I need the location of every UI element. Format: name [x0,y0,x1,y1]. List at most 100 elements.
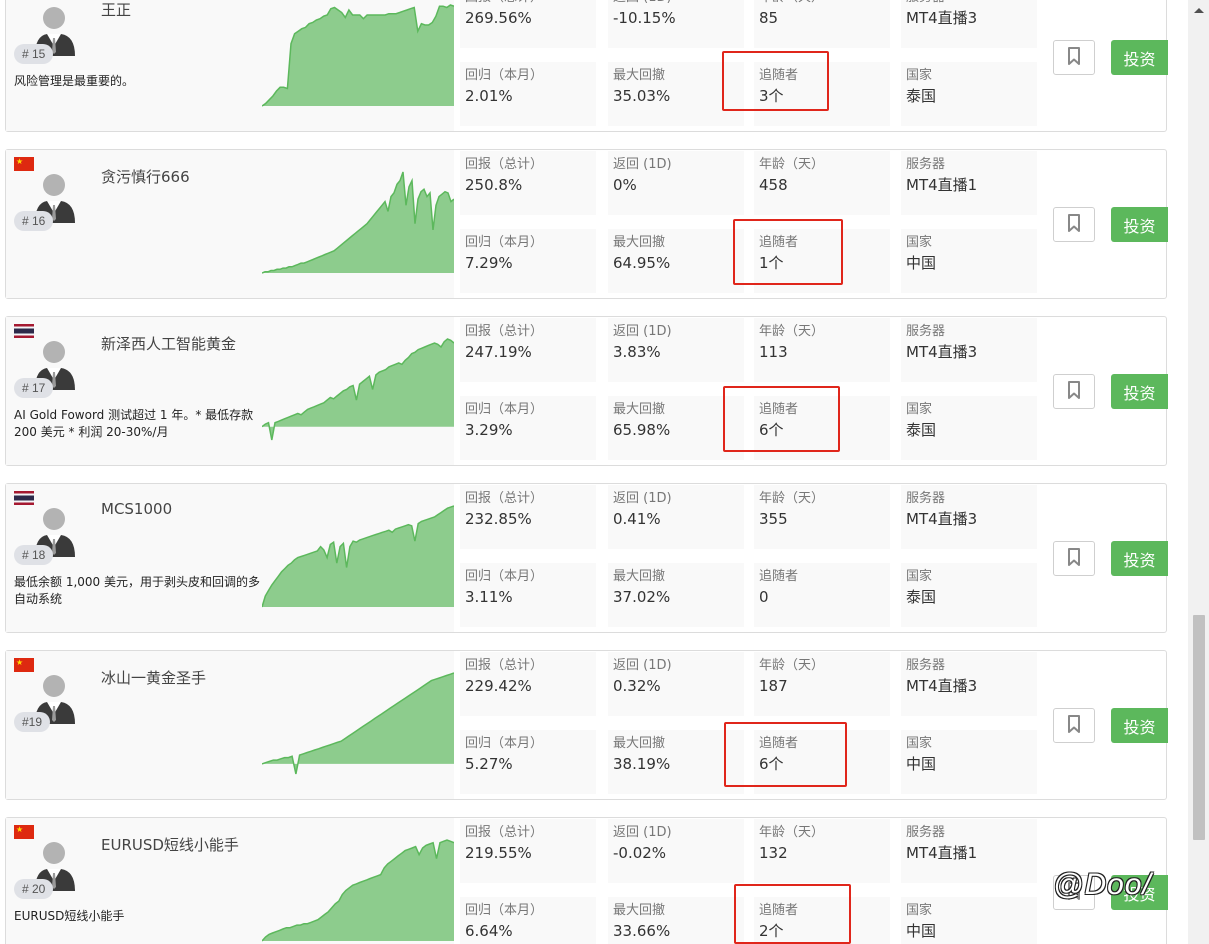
stat-label: 返回 (1D) [613,491,672,506]
stat-value: 3.83% [613,343,661,361]
equity-area [262,506,454,607]
stat-value: -0.02% [613,844,667,862]
stat-value: 33.66% [613,922,671,940]
stat-value: 中国 [906,922,937,940]
stat-server: 服务器 MT4直播1 [901,151,1037,215]
stat-return-1d: 返回 (1D) -0.02% [608,819,744,883]
stat-label: 国家 [906,68,933,83]
stat-label: 国家 [906,569,933,584]
stat-total-return: 回报（总计） 269.56% [460,0,596,48]
strategy-name[interactable]: MCS1000 [101,500,172,518]
scroll-up-arrow-icon[interactable] [1194,8,1204,13]
stat-age: 年龄（天） 355 [754,485,890,549]
stat-value: 7.29% [465,254,513,272]
stat-value: 37.02% [613,588,671,606]
watermark: @Doo/ [1053,868,1152,901]
stat-return-1d: 返回 (1D) 0% [608,151,744,215]
stat-server: 服务器 MT4直播3 [901,485,1037,549]
scrollbar-thumb[interactable] [1193,615,1205,840]
equity-chart[interactable] [262,651,454,799]
invest-button[interactable]: 投资 [1111,374,1168,409]
stat-value: MT4直播3 [906,510,978,528]
stat-label: 国家 [906,235,933,250]
invest-button[interactable]: 投资 [1111,207,1168,242]
stat-value: 3.29% [465,421,513,439]
stat-label: 年龄（天） [759,157,825,172]
strategy-description: 最低余额 1,000 美元，用于剥头皮和回调的多自动系统 [14,575,260,606]
rank-badge: #19 [14,712,51,732]
stat-label: 服务器 [906,324,946,339]
bookmark-button[interactable] [1053,708,1095,743]
bookmark-icon [1067,46,1081,69]
trader-profile: # 20 EURUSD短线小能手 EURUSD短线小能手 [6,818,262,944]
stat-country: 国家 中国 [901,730,1037,794]
invest-button[interactable]: 投资 [1111,708,1168,743]
stat-value: 247.19% [465,343,532,361]
trader-profile: # 17 新泽西人工智能黄金 AI Gold Foword 测试超过 1 年。* 最… [6,317,262,465]
stat-age: 年龄（天） 132 [754,819,890,883]
stat-server: 服务器 MT4直播3 [901,318,1037,382]
stat-label: 回报（总计） [465,825,544,840]
stat-label: 年龄（天） [759,491,825,506]
strategy-name[interactable]: 新泽西人工智能黄金 [101,333,236,354]
equity-area [262,840,454,941]
stat-value: MT4直播3 [906,343,978,361]
stat-label: 年龄（天） [759,658,825,673]
strategy-name[interactable]: 贪污慎行666 [101,166,190,187]
strategy-name[interactable]: EURUSD短线小能手 [101,834,239,855]
stat-return-1d: 返回 (1D) -10.15% [608,0,744,48]
stat-label: 国家 [906,402,933,417]
invest-button[interactable]: 投资 [1111,40,1168,75]
stat-monthly-return: 回归（本月） 3.29% [460,396,596,460]
strategy-card: # 16 贪污慎行666 回报（总计） 250.8% 返回 (1D) 0% 年龄（天） 458… [5,149,1168,299]
stat-label: 服务器 [906,0,1032,7]
strategy-name[interactable]: 冰山一黄金圣手 [101,667,206,688]
thailand-flag-icon [14,324,34,338]
equity-chart[interactable] [262,150,454,298]
equity-area [262,673,454,774]
strategy-name[interactable]: 王正 [101,0,131,20]
stat-label: 服务器 [906,491,946,506]
stat-label: 最大回撤 [613,736,666,751]
equity-chart[interactable] [262,818,454,944]
china-flag-icon [14,157,34,171]
stat-monthly-return: 回归（本月） 2.01% [460,62,596,126]
stat-label: 回归（本月） [465,235,544,250]
stat-value: 中国 [906,755,937,773]
invest-button[interactable]: 投资 [1111,541,1168,576]
stat-label: 回归（本月） [465,68,544,83]
bookmark-button[interactable] [1053,40,1095,75]
stat-value: 229.42% [465,677,532,695]
rank-badge: # 18 [14,545,54,565]
stat-country: 国家 中国 [901,897,1037,944]
stat-value: 6.64% [465,922,513,940]
stat-label: 回报（总计） [465,0,591,7]
bookmark-button[interactable] [1053,541,1095,576]
stat-value: -10.15% [613,9,676,27]
stat-country: 国家 泰国 [901,563,1037,627]
stat-value: 0 [759,588,769,606]
stat-label: 返回 (1D) [613,825,672,840]
stat-country: 国家 泰国 [901,62,1037,126]
equity-chart[interactable] [262,484,454,632]
stat-total-return: 回报（总计） 247.19% [460,318,596,382]
equity-chart[interactable] [262,317,454,465]
stat-value: 64.95% [613,254,671,272]
stat-value: 0.32% [613,677,661,695]
stat-label: 返回 (1D) [613,157,672,172]
scrollbar[interactable] [1188,0,1209,944]
bookmark-button[interactable] [1053,207,1095,242]
bookmark-icon [1067,380,1081,403]
stat-return-1d: 返回 (1D) 3.83% [608,318,744,382]
stat-label: 国家 [906,903,933,918]
rank-badge: # 16 [14,211,54,231]
followers-highlight-box [722,51,829,111]
stat-label: 返回 (1D) [613,0,739,7]
bookmark-button[interactable] [1053,374,1095,409]
equity-chart[interactable] [262,0,454,131]
stat-max-drawdown: 最大回撤 64.95% [608,229,744,293]
strategy-card: # 17 新泽西人工智能黄金 AI Gold Foword 测试超过 1 年。* 最… [5,316,1168,466]
stat-label: 返回 (1D) [613,658,672,673]
stat-return-1d: 返回 (1D) 0.32% [608,652,744,716]
stat-server: 服务器 MT4直播1 [901,819,1037,883]
